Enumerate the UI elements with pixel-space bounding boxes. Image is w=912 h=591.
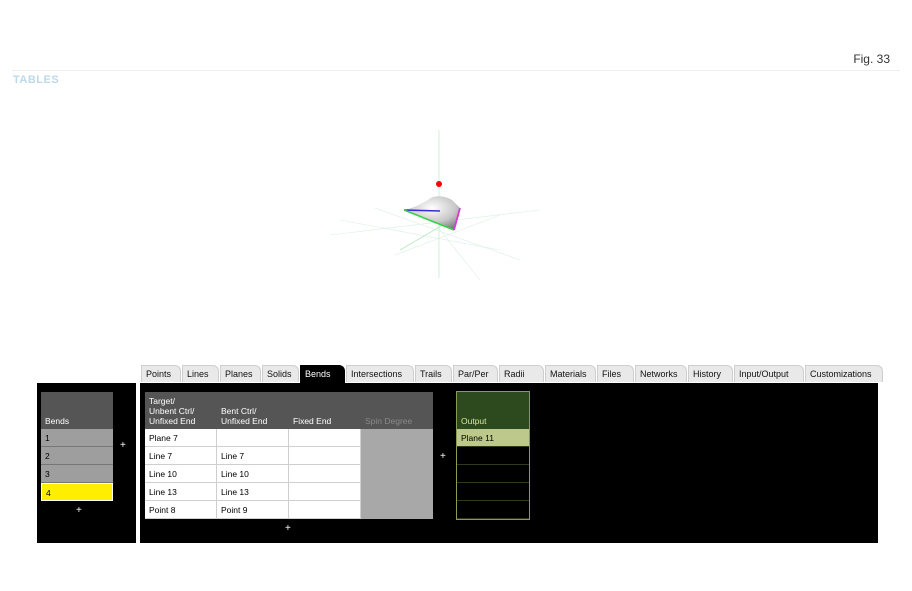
tab-trails[interactable]: Trails [415, 365, 452, 382]
tab-planes[interactable]: Planes [220, 365, 261, 382]
section-title: TABLES [13, 74, 60, 86]
cell-bent[interactable]: Line 7 [217, 447, 289, 465]
cell-bent[interactable]: Point 9 [217, 501, 289, 519]
cell-fixed[interactable] [289, 483, 361, 501]
cell-target[interactable]: Line 13 [145, 483, 217, 501]
tab-points[interactable]: Points [141, 365, 181, 382]
left-add-button[interactable]: + [120, 440, 126, 451]
cell-fixed[interactable] [289, 429, 361, 447]
add-column-button[interactable]: + [440, 451, 446, 462]
figure-label: Fig. 33 [853, 52, 890, 66]
bend-row-3[interactable]: 3 [41, 465, 113, 483]
cell-fixed[interactable] [289, 465, 361, 483]
cell-spin-degree[interactable] [361, 429, 433, 447]
cell-fixed[interactable] [289, 501, 361, 519]
cell-spin-degree[interactable] [361, 465, 433, 483]
bends-header: Bends [41, 392, 113, 429]
tab-lines[interactable]: Lines [182, 365, 219, 382]
tab-materials[interactable]: Materials [545, 365, 596, 382]
cell-target[interactable]: Line 10 [145, 465, 217, 483]
cell-fixed[interactable] [289, 447, 361, 465]
tab-networks[interactable]: Networks [635, 365, 687, 382]
red-point-marker[interactable] [436, 181, 442, 187]
cell-target[interactable]: Plane 7 [145, 429, 217, 447]
cell-spin-degree[interactable] [361, 447, 433, 465]
edge-blue [403, 209, 441, 212]
cell-bent[interactable]: Line 13 [217, 483, 289, 501]
cell-spin-degree[interactable] [361, 483, 433, 501]
header-fixed-end: Fixed End [289, 392, 361, 429]
bend-row-4[interactable]: 4 [41, 483, 113, 501]
tab-input-output[interactable]: Input/Output [734, 365, 804, 382]
tab-intersections[interactable]: Intersections [346, 365, 414, 382]
cell-spin-degree[interactable] [361, 501, 433, 519]
bend-row-1[interactable]: 1 [41, 429, 113, 447]
header-spin-degree: Spin Degree [361, 392, 433, 429]
bend-row-2[interactable]: 2 [41, 447, 113, 465]
tab-radii[interactable]: Radii [499, 365, 544, 382]
output-border [456, 391, 530, 520]
tab-par-per[interactable]: Par/Per [453, 365, 498, 382]
tab-files[interactable]: Files [597, 365, 634, 382]
add-bend-button[interactable]: + [76, 505, 82, 516]
header-divider [12, 70, 900, 71]
cell-bent[interactable] [217, 429, 289, 447]
add-row-button[interactable]: + [285, 523, 291, 534]
header-target: Target/ Unbent Ctrl/ Unfixed End [145, 392, 217, 429]
cell-target[interactable]: Point 8 [145, 501, 217, 519]
3d-viewport[interactable] [300, 120, 580, 290]
tab-history[interactable]: History [688, 365, 733, 382]
tab-solids[interactable]: Solids [262, 365, 299, 382]
cell-bent[interactable]: Line 10 [217, 465, 289, 483]
header-bent-ctrl: Bent Ctrl/ Unfixed End [217, 392, 289, 429]
tab-customizations[interactable]: Customizations [805, 365, 883, 382]
tab-bends[interactable]: Bends [300, 365, 345, 383]
tab-bar: Points Lines Planes Solids Bends Intersection… [141, 365, 884, 383]
cell-target[interactable]: Line 7 [145, 447, 217, 465]
